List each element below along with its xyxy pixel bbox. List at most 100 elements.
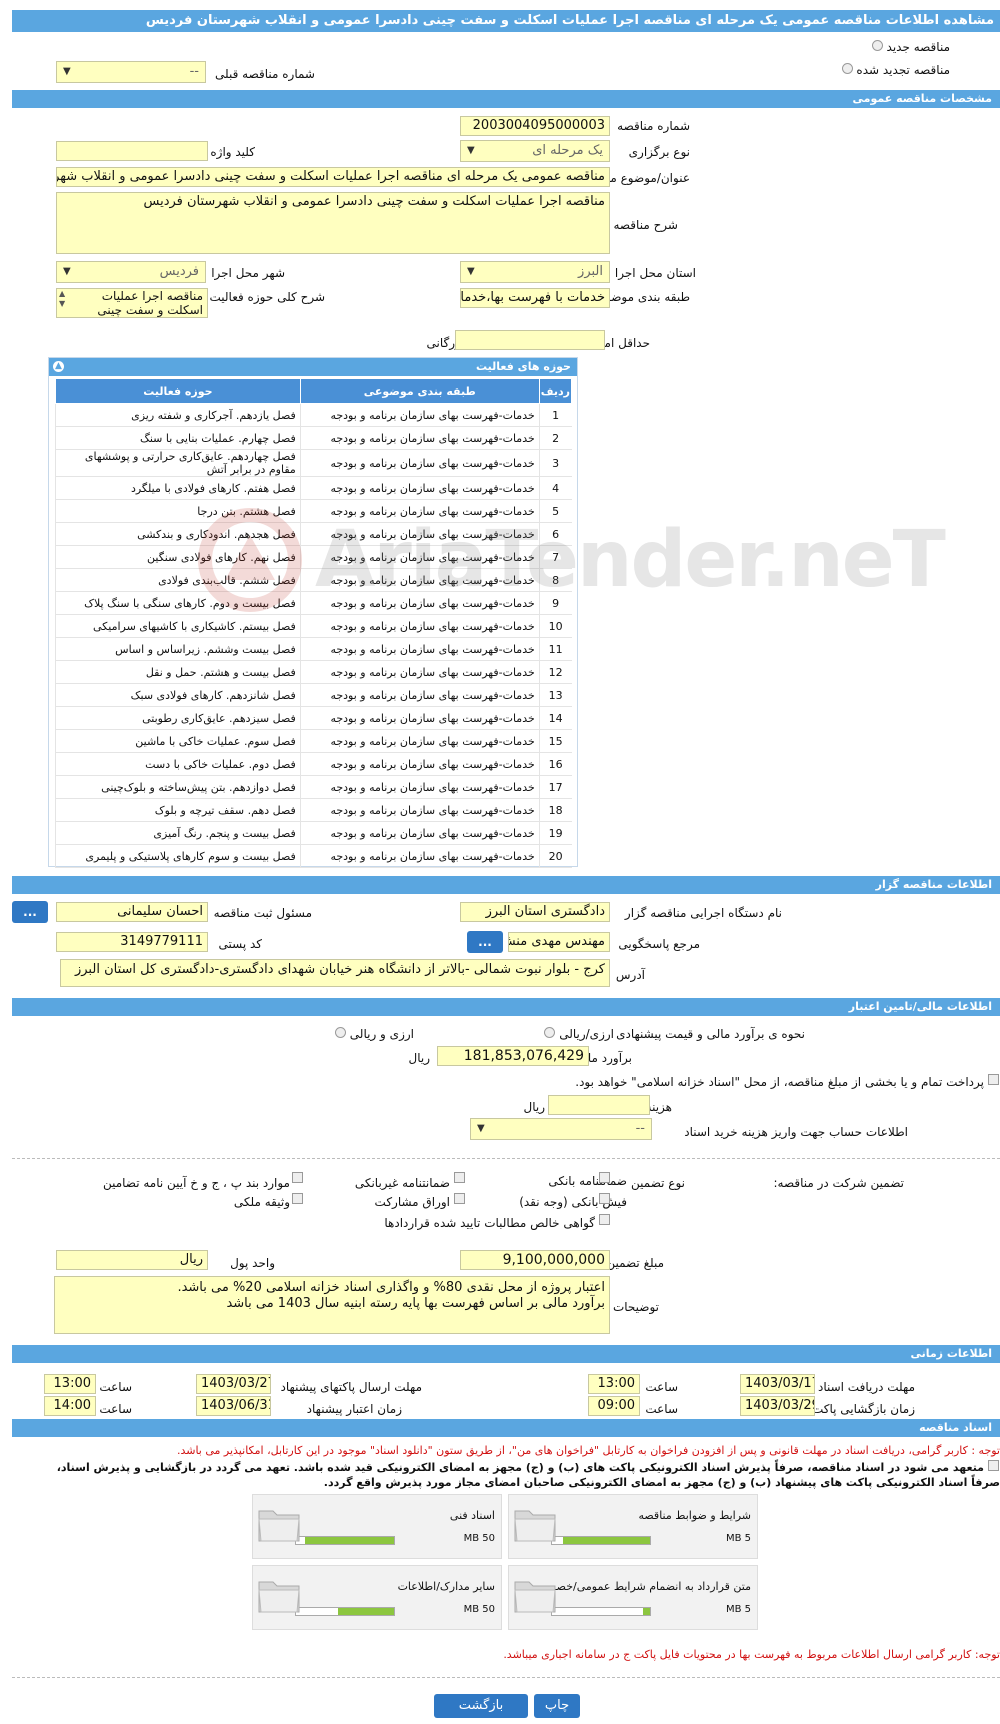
mode-fx-radio[interactable]: ارزی و ریالی (334, 1027, 414, 1041)
folder-icon[interactable] (513, 1574, 557, 1614)
documents-note-2: توجه: کاربر گرامی ارسال اطلاعات مربوط به… (503, 1648, 1000, 1661)
folder-icon[interactable] (513, 1503, 557, 1543)
document-usage-fill (338, 1608, 394, 1615)
mode-rial-radio[interactable]: ارزی/ریالی (544, 1027, 614, 1041)
currency-field: ریال (56, 1250, 208, 1270)
registrar-lookup-button[interactable]: ... (12, 901, 48, 923)
doc-cost-unit: ریال (523, 1100, 545, 1114)
treasury-checkbox[interactable] (988, 1074, 999, 1085)
document-card[interactable]: سایر مدارک/اطلاعات50 MB28.4 MB (252, 1565, 502, 1630)
document-title: شرایط و ضوابط مناقصه (638, 1509, 752, 1522)
back-button[interactable]: بازگشت (434, 1694, 528, 1718)
col-category-header: طبقه بندی موضوعی (299, 378, 540, 404)
radio-new-tender[interactable]: مناقصه جدید (871, 40, 950, 54)
opt-property-checkbox[interactable] (292, 1193, 303, 1204)
opt-property: وثیقه ملکی (233, 1195, 290, 1209)
opt-clauses-checkbox[interactable] (292, 1172, 303, 1183)
table-row: 1 خدمات-فهرست بهای سازمان برنامه و بودجه ف… (55, 403, 572, 427)
row-number: 12 (538, 660, 572, 684)
row-category: خدمات-فهرست بهای سازمان برنامه و بودجه (299, 683, 540, 707)
activities-table: ردیف طبقه بندی موضوعی حوزه فعالیت 1 خدمات… (55, 378, 573, 868)
postal-field: 3149779111 (56, 932, 208, 952)
opt-claims-checkbox[interactable] (599, 1214, 610, 1225)
document-card[interactable]: متن قرارداد به انضمام شرایط عمومی/خصوصی 5… (508, 1565, 758, 1630)
org-field: دادگستری استان البرز (460, 902, 610, 922)
document-title: اسناد فنی (449, 1509, 495, 1522)
row-activity: فصل دهم. سقف تیرچه و بلوک (55, 798, 301, 822)
city-select[interactable]: فردیس ▼ (56, 261, 206, 283)
row-category: خدمات-فهرست بهای سازمان برنامه و بودجه (299, 522, 540, 546)
section-general: مشخصات مناقصه عمومی (12, 90, 1000, 108)
print-button[interactable]: چاپ (534, 1694, 580, 1718)
folder-icon[interactable] (257, 1574, 301, 1614)
validity-time: 14:00 (44, 1396, 96, 1416)
address-field: کرج - بلوار نبوت شمالی -بالاتر از دانشگا… (60, 959, 610, 987)
chevron-down-icon: ▼ (63, 66, 71, 77)
row-category: خدمات-فهرست بهای سازمان برنامه و بودجه (299, 568, 540, 592)
ref-field: مهندس مهدی منش (508, 932, 610, 952)
row-number: 5 (538, 499, 572, 523)
row-number: 10 (538, 614, 572, 638)
radio-new-icon[interactable] (871, 40, 883, 51)
row-activity: فصل بیست و سوم کارهای پلاستیکی و پلیمری (55, 844, 301, 868)
row-activity: فصل شانزدهم. کارهای فولادی سبک (55, 683, 301, 707)
radio-renewed-tender[interactable]: مناقصه تجدید شده (841, 63, 950, 77)
divider (12, 1158, 1000, 1159)
row-category: خدمات-فهرست بهای سازمان برنامه و بودجه (299, 821, 540, 845)
document-max-size: 50 MB (463, 1533, 495, 1544)
mode-fx-radio-icon[interactable] (334, 1027, 346, 1038)
doc-cost-field (548, 1095, 650, 1115)
subject-field: مناقصه عمومی یک مرحله ای مناقصه اجرا عمل… (56, 167, 610, 187)
document-max-size: 5 MB (725, 1533, 751, 1544)
folder-icon[interactable] (257, 1503, 301, 1543)
chevron-down-icon: ▼ (467, 266, 475, 277)
document-usage-bar (295, 1607, 395, 1616)
document-card[interactable]: شرایط و ضوابط مناقصه5 MB4.44 MB (508, 1494, 758, 1559)
document-usage-fill (304, 1537, 394, 1544)
table-row: 4 خدمات-فهرست بهای سازمان برنامه و بودجه ف… (55, 476, 572, 500)
ref-lookup-button[interactable]: ... (467, 931, 503, 953)
province-select[interactable]: البرز ▼ (460, 261, 610, 283)
receive-time: 13:00 (588, 1374, 640, 1394)
row-activity: فصل دوم. عملیات خاکی با دست (55, 752, 301, 776)
table-row: 13 خدمات-فهرست بهای سازمان برنامه و بودجه… (55, 683, 572, 707)
divider (12, 1677, 1000, 1678)
opt-clauses: موارد بند پ ، ج و خ آیین نامه تضامین (102, 1176, 290, 1190)
opt-bank-checkbox[interactable] (599, 1172, 610, 1183)
prev-number-select[interactable]: -- ▼ (56, 61, 206, 83)
validity-time-label: ساعت (99, 1402, 132, 1416)
row-number: 18 (538, 798, 572, 822)
type-label: نوع برگزاری (628, 145, 690, 159)
amount-field: 9,100,000,000 (460, 1250, 610, 1270)
mode-rial-radio-icon[interactable] (544, 1027, 556, 1038)
row-number: 17 (538, 775, 572, 799)
org-label: نام دستگاه اجرایی مناقصه گزار (624, 906, 782, 920)
page-title: مشاهده اطلاعات مناقصه عمومی یک مرحله ای … (12, 10, 1000, 32)
commit-checkbox[interactable] (988, 1460, 999, 1471)
opt-cash-checkbox[interactable] (599, 1193, 610, 1204)
open-date: 1403/03/29 (740, 1396, 815, 1416)
table-row: 20 خدمات-فهرست بهای سازمان برنامه و بودجه… (55, 844, 572, 868)
notes-field: اعتبار پروژه از محل نقدی 80% و واگذاری ا… (54, 1276, 610, 1334)
scroll-arrows-icon[interactable]: ▲ ▼ (59, 289, 65, 309)
type-select[interactable]: یک مرحله ای ▼ (460, 140, 610, 162)
guarantee-type-label: نوع تضمین (631, 1176, 685, 1190)
row-category: خدمات-فهرست بهای سازمان برنامه و بودجه (299, 591, 540, 615)
row-activity: فصل بیست و هشتم. حمل و نقل (55, 660, 301, 684)
account-select[interactable]: -- ▼ (470, 1118, 652, 1140)
row-activity: فصل یازدهم. آجرکاری و شفته ریزی (55, 403, 301, 427)
radio-renewed-icon[interactable] (841, 63, 853, 74)
collapse-icon[interactable]: ▲ (53, 361, 64, 372)
row-number: 14 (538, 706, 572, 730)
document-card[interactable]: اسناد فنی50 MB45.4 MB (252, 1494, 502, 1559)
keyword-field[interactable] (56, 141, 208, 161)
row-category: خدمات-فهرست بهای سازمان برنامه و بودجه (299, 545, 540, 569)
document-usage-bar (551, 1536, 651, 1545)
ref-label: مرجع پاسخگویی (618, 937, 700, 951)
opt-claims: گواهی خالص مطالبات تایید شده قراردادها (384, 1216, 595, 1230)
opt-bonds-checkbox[interactable] (454, 1193, 465, 1204)
row-activity: فصل نهم. کارهای فولادی سنگین (55, 545, 301, 569)
guarantee-title: تضمین شرکت در مناقصه: (773, 1176, 904, 1190)
table-row: 19 خدمات-فهرست بهای سازمان برنامه و بودجه… (55, 821, 572, 845)
opt-nonbank-checkbox[interactable] (454, 1172, 465, 1183)
